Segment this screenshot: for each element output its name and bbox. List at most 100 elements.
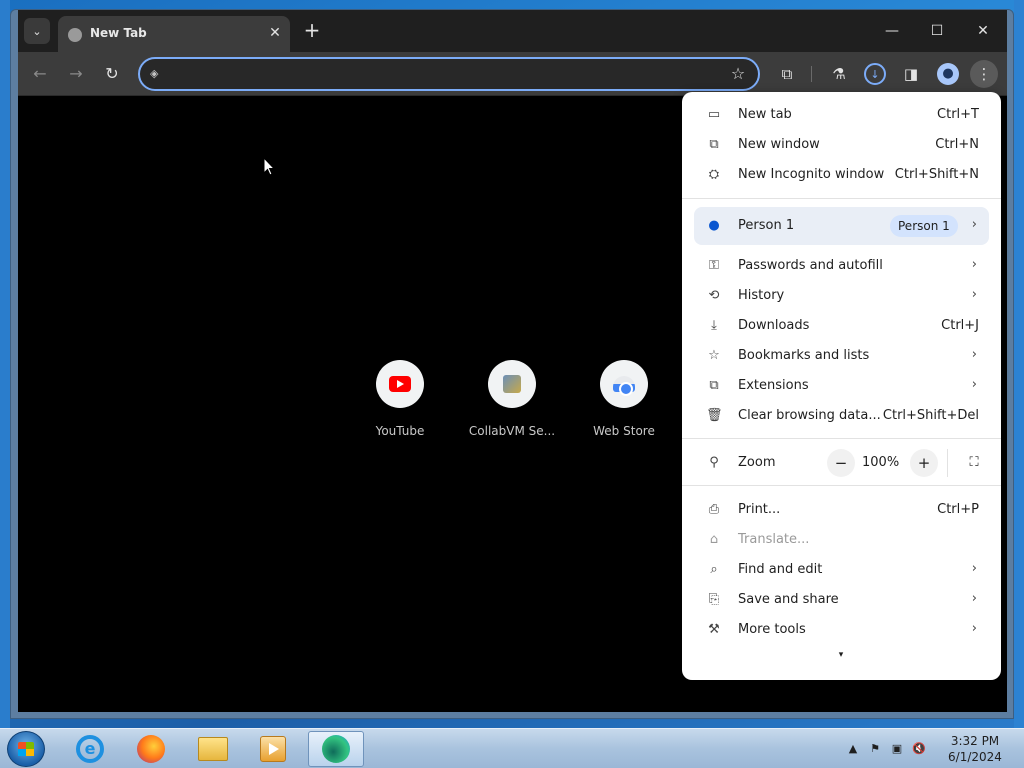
taskbar-clock[interactable]: 3:32 PM 6/1/2024 xyxy=(940,733,1010,765)
menu-item-label: Passwords and autofill xyxy=(738,258,883,273)
collabvm-icon xyxy=(503,375,521,393)
shortcut-youtube[interactable]: YouTube xyxy=(350,360,450,450)
labs-icon[interactable]: ⚗ xyxy=(827,62,851,86)
toolbar-separator xyxy=(811,66,812,82)
chrome-main-menu: ▭ New tab Ctrl+T ⧉ New window Ctrl+N ⛭ N… xyxy=(682,92,1001,680)
printer-icon: ⎙ xyxy=(708,502,720,517)
taskbar-firefox[interactable] xyxy=(123,731,179,767)
key-icon: ⚿ xyxy=(709,258,719,273)
minimize-button[interactable]: — xyxy=(880,20,904,42)
menu-item-translate: ⌂ Translate... xyxy=(682,525,1001,555)
zoom-separator xyxy=(947,449,948,477)
zoom-in-button[interactable]: + xyxy=(910,449,938,477)
fullscreen-icon[interactable]: ⛶ xyxy=(962,451,986,475)
menu-item-new-incognito-window[interactable]: ⛭ New Incognito window Ctrl+Shift+N xyxy=(682,160,1001,190)
menu-item-downloads[interactable]: ⤓ Downloads Ctrl+J xyxy=(682,311,1001,341)
puzzle-icon: ⧉ xyxy=(709,378,719,393)
menu-item-more-tools[interactable]: ⚒ More tools › xyxy=(682,615,1001,645)
incognito-icon: ⛭ xyxy=(708,167,720,182)
chevron-right-icon: › xyxy=(971,591,977,606)
menu-icon[interactable]: ⋮ xyxy=(970,60,998,88)
trash-icon: 🗑 xyxy=(706,408,723,423)
shortcut-collabvm[interactable]: CollabVM Se... xyxy=(462,360,562,450)
taskbar-media-player[interactable] xyxy=(245,731,301,767)
menu-item-save-and-share[interactable]: ⎘ Save and share › xyxy=(682,585,1001,615)
menu-item-clear-browsing-data[interactable]: 🗑 Clear browsing data... Ctrl+Shift+Del xyxy=(682,401,1001,431)
shortcut-label: CollabVM Se... xyxy=(468,424,556,438)
translate-icon: ⌂ xyxy=(709,532,719,547)
zoom-row: ⚲ Zoom − 100% + ⛶ xyxy=(682,447,1001,479)
person-icon: ● xyxy=(708,218,720,233)
folder-icon xyxy=(198,737,228,761)
menu-item-new-window[interactable]: ⧉ New window Ctrl+N xyxy=(682,130,1001,160)
media-player-icon xyxy=(260,736,286,762)
menu-item-find-and-edit[interactable]: ⌕ Find and edit › xyxy=(682,555,1001,585)
start-button[interactable] xyxy=(7,731,45,767)
side-panel-icon[interactable]: ◨ xyxy=(899,62,923,86)
volume-muted-icon[interactable]: 🔇 xyxy=(911,741,927,757)
download-icon[interactable]: ↓ xyxy=(864,63,886,85)
menu-item-label: New tab xyxy=(738,107,792,122)
menu-item-history[interactable]: ⟲ History › xyxy=(682,281,1001,311)
taskbar-internet-explorer[interactable]: e xyxy=(62,731,118,767)
action-center-flag-icon[interactable]: ⚑ xyxy=(867,741,883,757)
new-window-icon: ⧉ xyxy=(709,137,719,152)
chevron-right-icon: › xyxy=(971,561,977,576)
zoom-out-button[interactable]: − xyxy=(827,449,855,477)
menu-item-label: History xyxy=(738,288,785,303)
network-icon[interactable]: ▣ xyxy=(889,741,905,757)
extensions-icon[interactable]: ⧉ xyxy=(775,62,799,86)
menu-item-label: Clear browsing data... xyxy=(738,408,881,423)
show-hidden-icons-icon[interactable]: ▲ xyxy=(845,741,861,757)
menu-item-label: Translate... xyxy=(738,532,810,547)
chevron-right-icon: › xyxy=(971,217,977,232)
menu-item-label: More tools xyxy=(738,622,806,637)
taskbar: e ▲ ⚑ ▣ 🔇 3:32 PM 6/1/2024 xyxy=(0,728,1024,768)
find-icon: ⌕ xyxy=(710,562,718,577)
forward-button[interactable]: → xyxy=(64,62,88,86)
menu-item-person[interactable]: ● Person 1 Person 1 › xyxy=(694,207,989,245)
menu-item-label: New window xyxy=(738,137,820,152)
address-input[interactable] xyxy=(170,65,710,85)
zoom-icon: ⚲ xyxy=(709,455,719,470)
tab-new-tab[interactable]: New Tab ✕ xyxy=(58,16,290,52)
menu-item-bookmarks[interactable]: ☆ Bookmarks and lists › xyxy=(682,341,1001,371)
shortcut-tile xyxy=(376,360,424,408)
chevron-right-icon: › xyxy=(971,377,977,392)
menu-item-shortcut: Ctrl+N xyxy=(935,137,979,152)
back-button[interactable]: ← xyxy=(28,62,52,86)
new-tab-button[interactable]: + xyxy=(300,19,324,43)
omnibox[interactable]: ◈ ☆ xyxy=(138,57,760,91)
download-icon: ⤓ xyxy=(711,318,717,333)
web-store-icon xyxy=(613,376,635,396)
globe-icon xyxy=(68,28,82,42)
scroll-down-caret-icon[interactable]: ▾ xyxy=(836,650,846,660)
reload-button[interactable]: ↻ xyxy=(100,62,124,86)
close-window-button[interactable]: ✕ xyxy=(971,20,995,42)
taskbar-browser[interactable] xyxy=(308,731,364,767)
chevron-right-icon: › xyxy=(971,287,977,302)
menu-item-extensions[interactable]: ⧉ Extensions › xyxy=(682,371,1001,401)
menu-item-shortcut: Ctrl+T xyxy=(937,107,979,122)
menu-separator xyxy=(682,485,1001,486)
toolbox-icon: ⚒ xyxy=(708,622,720,637)
clock-time: 3:32 PM xyxy=(950,734,1000,748)
tab-search-button[interactable]: ⌄ xyxy=(24,18,50,44)
maximize-button[interactable]: ☐ xyxy=(925,20,949,42)
taskbar-file-explorer[interactable] xyxy=(185,731,241,767)
shortcut-web-store[interactable]: Web Store xyxy=(574,360,674,450)
menu-item-print[interactable]: ⎙ Print... Ctrl+P xyxy=(682,495,1001,525)
clock-date: 6/1/2024 xyxy=(948,750,1002,764)
tab-close-button[interactable]: ✕ xyxy=(266,24,284,42)
internet-explorer-icon: e xyxy=(76,735,104,763)
menu-item-label: Print... xyxy=(738,502,781,517)
menu-separator xyxy=(682,198,1001,199)
chevron-right-icon: › xyxy=(971,257,977,272)
history-icon: ⟲ xyxy=(708,288,720,303)
menu-item-new-tab[interactable]: ▭ New tab Ctrl+T xyxy=(682,100,1001,130)
menu-item-shortcut: Ctrl+Shift+N xyxy=(894,167,979,182)
bookmark-star-icon[interactable]: ☆ xyxy=(728,64,748,84)
menu-item-passwords[interactable]: ⚿ Passwords and autofill › xyxy=(682,251,1001,281)
menu-item-shortcut: Ctrl+P xyxy=(937,502,979,517)
profile-avatar-icon[interactable]: ● xyxy=(937,63,959,85)
